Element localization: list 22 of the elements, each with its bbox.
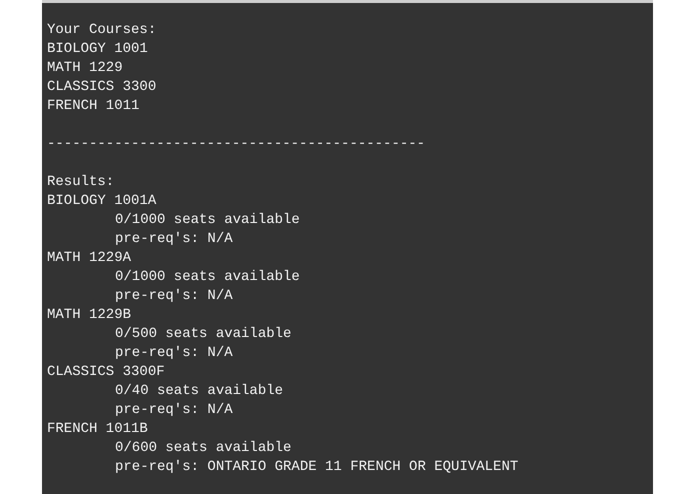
course-line: BIOLOGY 1001: [47, 40, 148, 59]
prereq-line: pre-req's: ONTARIO GRADE 11 FRENCH OR EQUIVALENT: [115, 458, 518, 477]
prereq-line: pre-req's: N/A: [115, 287, 233, 306]
prereq-line: pre-req's: N/A: [115, 401, 233, 420]
results-heading: Results:: [47, 173, 114, 192]
seats-line: 0/40 seats available: [115, 382, 284, 401]
seats-line: 0/1000 seats available: [115, 211, 300, 230]
seats-line: 0/1000 seats available: [115, 268, 300, 287]
section-line: MATH 1229A: [47, 249, 132, 268]
seats-line: 0/600 seats available: [115, 439, 292, 458]
prereq-line: pre-req's: N/A: [115, 344, 233, 363]
separator-line: ---------------------------------------------: [47, 135, 426, 154]
course-line: MATH 1229: [47, 59, 123, 78]
prereq-line: pre-req's: N/A: [115, 230, 233, 249]
section-line: FRENCH 1011B: [47, 420, 148, 439]
course-line: FRENCH 1011: [47, 97, 140, 116]
section-line: BIOLOGY 1001A: [47, 192, 156, 211]
course-line: CLASSICS 3300: [47, 78, 156, 97]
section-line: CLASSICS 3300F: [47, 363, 165, 382]
section-line: MATH 1229B: [47, 306, 132, 325]
courses-heading: Your Courses:: [47, 21, 156, 40]
seats-line: 0/500 seats available: [115, 325, 292, 344]
